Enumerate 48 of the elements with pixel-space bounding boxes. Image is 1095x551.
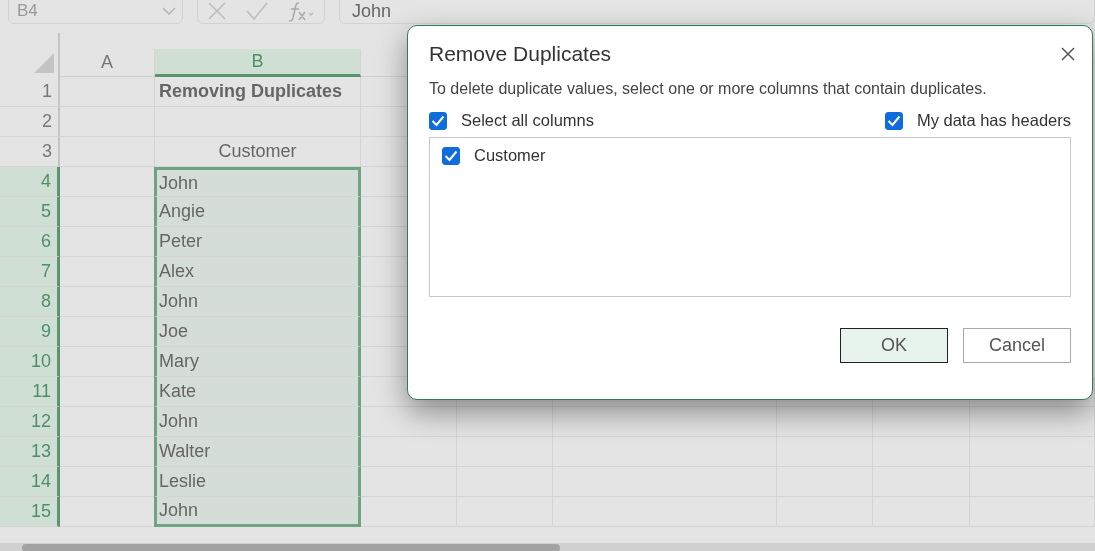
table-cell: John <box>154 497 361 527</box>
row-header[interactable]: 4 <box>0 167 60 197</box>
dialog-title: Remove Duplicates <box>429 42 612 66</box>
table-cell: John <box>154 167 361 197</box>
column-name[interactable]: Customer <box>474 146 546 165</box>
row-header[interactable]: 6 <box>0 227 60 257</box>
cancel-icon[interactable] <box>207 1 227 21</box>
checkbox[interactable] <box>884 111 903 130</box>
table-cell: Alex <box>154 257 361 287</box>
checkbox-label[interactable]: My data has headers <box>916 111 1071 130</box>
row-header[interactable]: 14 <box>0 467 60 497</box>
table-cell: Peter <box>154 227 361 257</box>
table-cell: Joe <box>154 317 361 347</box>
row-header[interactable]: 7 <box>0 257 60 287</box>
table-cell: Leslie <box>154 467 361 497</box>
chevron-down-icon[interactable] <box>162 6 176 16</box>
table-cell: Mary <box>154 347 361 377</box>
row-header[interactable]: 12 <box>0 407 60 437</box>
name-box[interactable]: B4 <box>8 0 183 24</box>
ok-button[interactable]: OK <box>840 328 948 363</box>
row-header[interactable]: 10 <box>0 347 60 377</box>
function-icon[interactable] <box>287 0 315 22</box>
name-box-text: B4 <box>17 1 38 21</box>
description-text: To delete duplicate values, select one or more columns that contain duplicates. <box>429 80 988 98</box>
row-header[interactable]: 11 <box>0 377 60 407</box>
table-cell: John <box>154 407 361 437</box>
row-header[interactable]: 8 <box>0 287 60 317</box>
row-header[interactable]: 2 <box>0 107 60 137</box>
scrollbar-thumb[interactable] <box>22 544 560 551</box>
table-cell: John <box>154 287 361 317</box>
row-header[interactable]: 13 <box>0 437 60 467</box>
formula-field[interactable]: John <box>339 0 1095 24</box>
table-cell: Angie <box>154 197 361 227</box>
checkbox[interactable] <box>442 146 460 165</box>
checkmark-icon[interactable] <box>245 1 269 21</box>
cancel-button[interactable]: Cancel <box>963 328 1071 363</box>
row-header[interactable]: 1 <box>0 77 60 107</box>
select-all-triangle-icon[interactable] <box>34 53 54 73</box>
row-header[interactable]: 9 <box>0 317 60 347</box>
table-cell: Removing Duplicates <box>155 77 361 107</box>
checkbox[interactable] <box>429 111 447 130</box>
table-cell: Kate <box>154 377 361 407</box>
checkbox-label[interactable]: Select all columns <box>461 111 594 130</box>
table-cell: Walter <box>154 437 361 467</box>
close-icon <box>1061 47 1075 61</box>
row-header[interactable]: 5 <box>0 197 60 227</box>
row-header[interactable]: 15 <box>0 497 60 527</box>
column-header[interactable]: B <box>155 49 361 77</box>
